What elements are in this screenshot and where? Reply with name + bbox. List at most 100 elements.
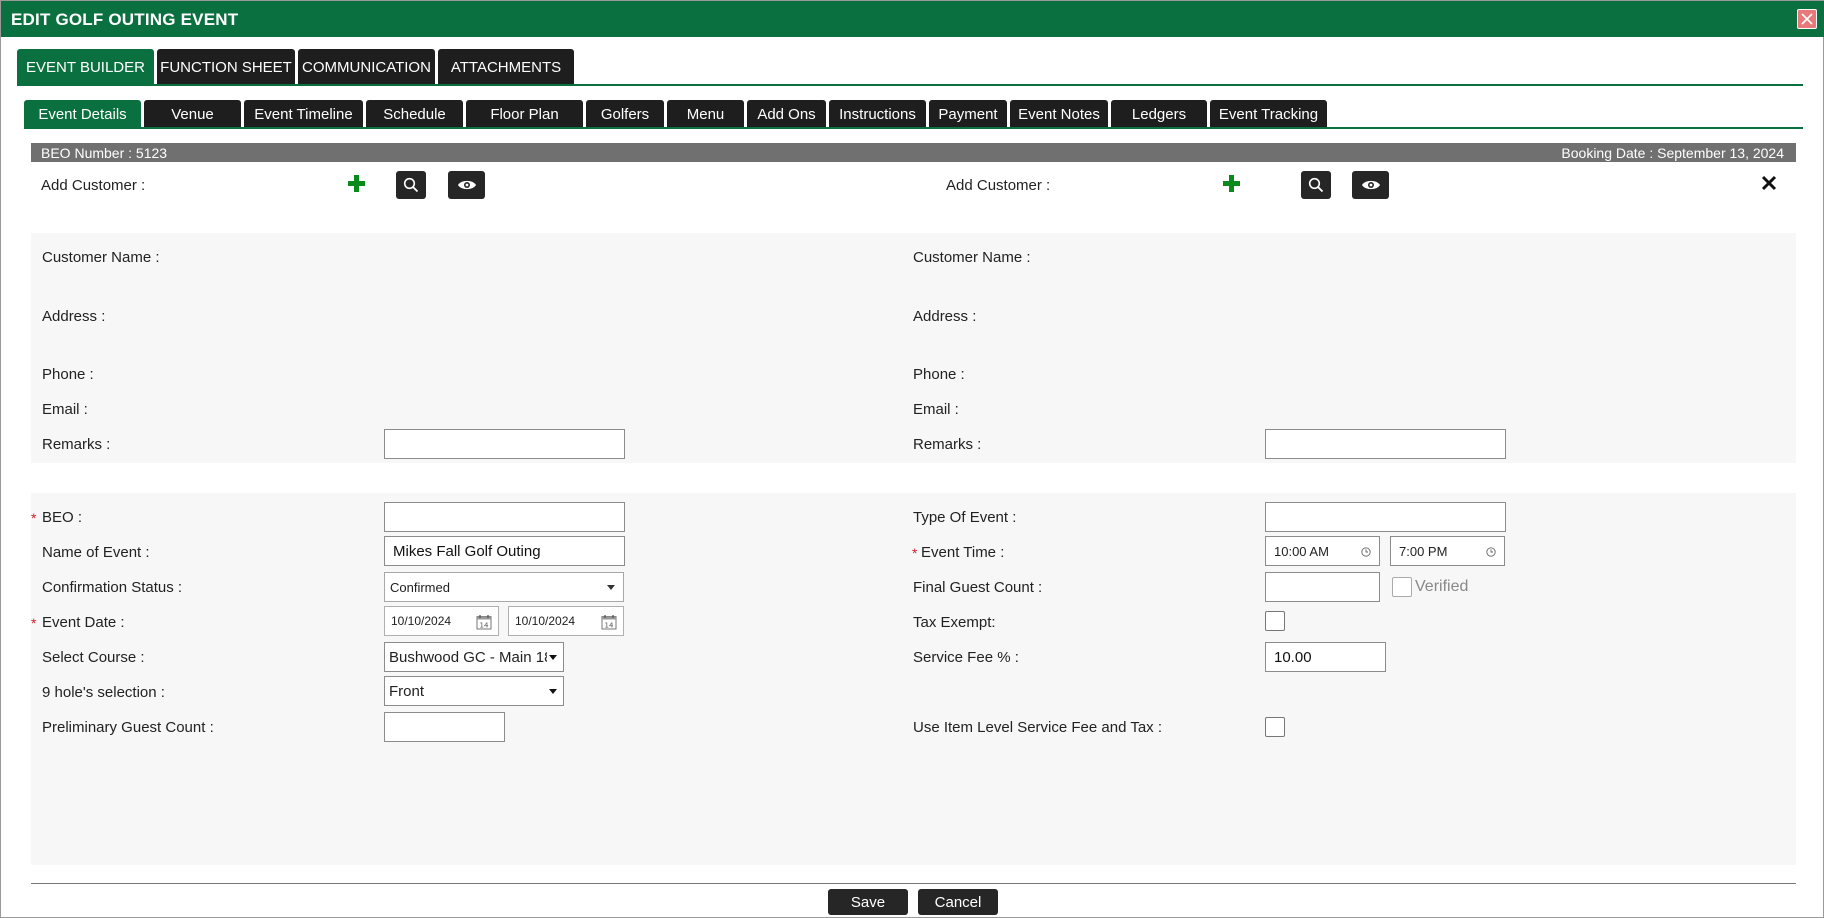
save-button[interactable]: Save — [828, 889, 908, 915]
customer-name-label-right: Customer Name : — [913, 249, 1031, 266]
required-marker: * — [31, 510, 37, 526]
tab-function-sheet[interactable]: FUNCTION SHEET — [157, 49, 295, 85]
subtab-event-tracking[interactable]: Event Tracking — [1210, 100, 1327, 128]
confirmation-status-value: Confirmed — [390, 579, 450, 595]
close-dialog-button[interactable] — [1797, 9, 1817, 29]
nine-hole-selection-label: 9 hole's selection : — [42, 684, 165, 701]
title-bar: EDIT GOLF OUTING EVENT — [1, 1, 1824, 37]
select-course-label: Select Course : — [42, 649, 145, 666]
sub-tabs-divider — [24, 127, 1803, 129]
event-date-end-input[interactable]: 10/10/2024 14 — [508, 606, 624, 636]
tax-exempt-label: Tax Exempt: — [913, 614, 996, 631]
subtab-golfers[interactable]: Golfers — [586, 100, 664, 128]
verified-checkbox[interactable] — [1392, 577, 1412, 597]
verified-label: Verified — [1415, 578, 1469, 595]
subtab-ledgers[interactable]: Ledgers — [1111, 100, 1207, 128]
search-customer-button-left[interactable] — [396, 171, 426, 199]
remarks-input-left[interactable] — [384, 429, 625, 459]
view-customer-button-left[interactable] — [448, 171, 485, 199]
phone-label-left: Phone : — [42, 366, 94, 383]
preliminary-guest-count-label: Preliminary Guest Count : — [42, 719, 214, 736]
name-of-event-input[interactable]: Mikes Fall Golf Outing — [384, 536, 625, 566]
search-customer-button-right[interactable] — [1301, 171, 1331, 199]
service-fee-label: Service Fee % : — [913, 649, 1019, 666]
plus-icon[interactable] — [1223, 175, 1241, 193]
confirmation-status-label: Confirmation Status : — [42, 579, 183, 596]
type-of-event-input[interactable] — [1265, 502, 1506, 532]
confirmation-status-select[interactable]: Confirmed — [384, 572, 624, 602]
sub-tabs: Event Details Venue Event Timeline Sched… — [24, 100, 1327, 128]
svg-text:14: 14 — [605, 622, 614, 630]
nine-hole-selection-dropdown[interactable]: Front — [384, 676, 564, 706]
clock-icon — [1486, 547, 1496, 557]
tab-event-builder[interactable]: EVENT BUILDER — [17, 49, 154, 85]
event-date-start-value: 10/10/2024 — [391, 614, 452, 628]
clock-icon — [1361, 547, 1371, 557]
type-of-event-label: Type Of Event : — [913, 509, 1017, 526]
booking-date: Booking Date : September 13, 2024 — [1561, 145, 1784, 161]
preliminary-guest-count-input[interactable] — [384, 712, 505, 742]
subtab-menu[interactable]: Menu — [667, 100, 744, 128]
footer-divider — [31, 883, 1796, 884]
email-label-left: Email : — [42, 401, 88, 418]
eye-icon — [1361, 180, 1380, 190]
remarks-label-left: Remarks : — [42, 436, 111, 453]
edit-event-dialog: EDIT GOLF OUTING EVENT EVENT BUILDER FUN… — [0, 0, 1824, 918]
subtab-payment[interactable]: Payment — [929, 100, 1007, 128]
event-time-end-input[interactable]: 7:00 PM — [1390, 536, 1505, 566]
subtab-instructions[interactable]: Instructions — [829, 100, 926, 128]
address-label-left: Address : — [42, 308, 106, 325]
event-date-start-input[interactable]: 10/10/2024 14 — [384, 606, 499, 636]
final-guest-count-input[interactable] — [1265, 572, 1380, 602]
tab-communication[interactable]: COMMUNICATION — [298, 49, 435, 85]
event-time-end-value: 7:00 PM — [1399, 543, 1448, 559]
tab-attachments[interactable]: ATTACHMENTS — [438, 49, 574, 85]
beo-input[interactable] — [384, 502, 625, 532]
eye-icon — [457, 180, 476, 190]
final-guest-count-label: Final Guest Count : — [913, 579, 1043, 596]
tax-exempt-checkbox[interactable] — [1265, 611, 1285, 631]
subtab-add-ons[interactable]: Add Ons — [747, 100, 826, 128]
subtab-venue[interactable]: Venue — [144, 100, 241, 128]
event-time-start-value: 10:00 AM — [1274, 543, 1329, 559]
subtab-floor-plan[interactable]: Floor Plan — [466, 100, 583, 128]
search-icon — [1308, 177, 1324, 193]
name-of-event-label: Name of Event : — [42, 544, 150, 561]
remarks-input-right[interactable] — [1265, 429, 1506, 459]
chevron-down-icon — [549, 655, 557, 660]
subtab-event-details[interactable]: Event Details — [24, 100, 141, 128]
view-customer-button-right[interactable] — [1352, 171, 1389, 199]
search-icon — [403, 177, 419, 193]
calendar-icon[interactable]: 14 — [476, 614, 492, 630]
add-customer-label-left: Add Customer : — [41, 177, 146, 194]
address-label-right: Address : — [913, 308, 977, 325]
chevron-down-icon — [607, 585, 615, 590]
x-icon[interactable] — [1759, 173, 1779, 193]
event-date-label: Event Date : — [42, 614, 125, 631]
customer-name-label-left: Customer Name : — [42, 249, 160, 266]
beo-number: BEO Number : 5123 — [41, 145, 168, 161]
phone-label-right: Phone : — [913, 366, 965, 383]
plus-icon[interactable] — [348, 175, 366, 193]
event-date-end-value: 10/10/2024 — [515, 614, 576, 628]
email-label-right: Email : — [913, 401, 959, 418]
item-level-service-fee-checkbox[interactable] — [1265, 717, 1285, 737]
subtab-event-timeline[interactable]: Event Timeline — [244, 100, 363, 128]
customer-panel — [31, 233, 1796, 463]
cancel-button[interactable]: Cancel — [918, 889, 998, 915]
beo-label: BEO : — [42, 509, 83, 526]
remarks-label-right: Remarks : — [913, 436, 982, 453]
select-course-dropdown[interactable]: Bushwood GC - Main 18 — [384, 642, 564, 672]
subtab-event-notes[interactable]: Event Notes — [1010, 100, 1108, 128]
close-icon — [1801, 13, 1813, 25]
nine-hole-selection-value: Front — [389, 682, 425, 700]
required-marker: * — [31, 615, 37, 631]
service-fee-input[interactable]: 10.00 — [1265, 642, 1386, 672]
calendar-icon[interactable]: 14 — [601, 614, 617, 630]
main-tabs: EVENT BUILDER FUNCTION SHEET COMMUNICATI… — [17, 49, 574, 86]
event-time-start-input[interactable]: 10:00 AM — [1265, 536, 1380, 566]
chevron-down-icon — [549, 689, 557, 694]
subtab-schedule[interactable]: Schedule — [366, 100, 463, 128]
required-marker: * — [912, 545, 918, 561]
dialog-title: EDIT GOLF OUTING EVENT — [11, 10, 239, 29]
